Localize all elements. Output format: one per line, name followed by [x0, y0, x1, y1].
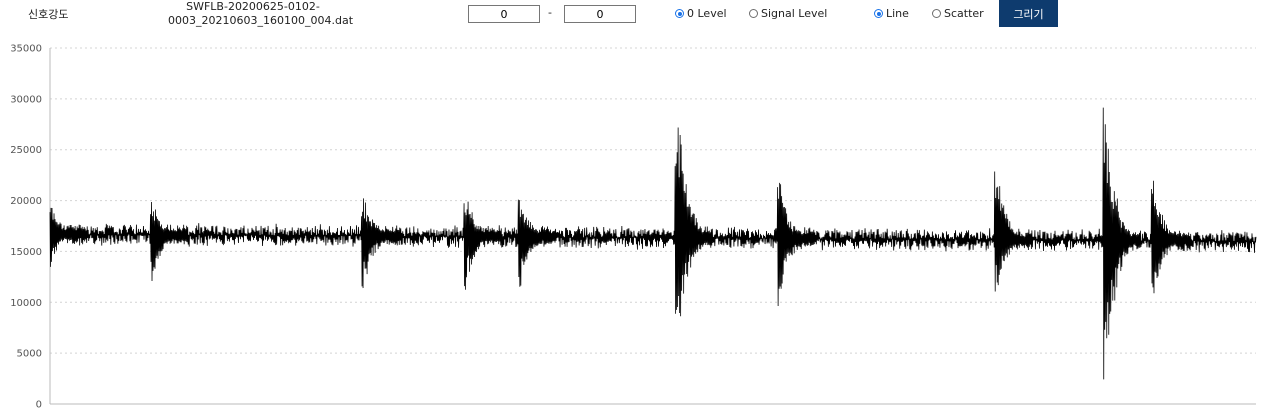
y-tick-label: 10000	[10, 298, 42, 309]
radio-scatter-label: Scatter	[944, 7, 984, 20]
chart-title-label: 신호강도	[28, 8, 69, 21]
y-axis-ticks: 0 5000 10000 15000 20000 25000 30000 35000	[10, 44, 42, 411]
range-end-input[interactable]	[564, 5, 636, 23]
y-tick-label: 20000	[10, 196, 42, 207]
radio-zero-level-label: 0 Level	[687, 7, 727, 20]
toolbar: 신호강도 SWFLB-20200625-0102-0003_20210603_1…	[0, 0, 1266, 34]
draw-button[interactable]: 그리기	[999, 0, 1058, 27]
radio-scatter-indicator	[932, 9, 941, 18]
radio-scatter[interactable]: Scatter	[932, 7, 984, 20]
signal-series-line	[49, 107, 1257, 380]
y-tick-label: 15000	[10, 247, 42, 258]
file-name-label: SWFLB-20200625-0102-0003_20210603_160100…	[168, 0, 354, 27]
y-tick-label: 25000	[10, 145, 42, 156]
radio-line-indicator	[874, 9, 883, 18]
radio-line[interactable]: Line	[874, 7, 909, 20]
radio-signal-level[interactable]: Signal Level	[749, 7, 827, 20]
range-separator: -	[548, 6, 552, 19]
radio-zero-level-indicator	[675, 9, 684, 18]
radio-signal-level-indicator	[749, 9, 758, 18]
y-tick-label: 30000	[10, 94, 42, 105]
y-tick-label: 0	[36, 400, 42, 411]
radio-line-label: Line	[886, 7, 909, 20]
radio-signal-level-label: Signal Level	[761, 7, 828, 20]
range-start-input[interactable]	[468, 5, 540, 23]
y-tick-label: 35000	[10, 44, 42, 55]
grid-lines	[50, 47, 1256, 354]
y-tick-label: 5000	[17, 349, 42, 360]
signal-chart-svg: 0 5000 10000 15000 20000 25000 30000 35000	[10, 44, 1257, 411]
signal-chart: 0 5000 10000 15000 20000 25000 30000 35000	[0, 34, 1266, 420]
radio-zero-level[interactable]: 0 Level	[675, 7, 727, 20]
